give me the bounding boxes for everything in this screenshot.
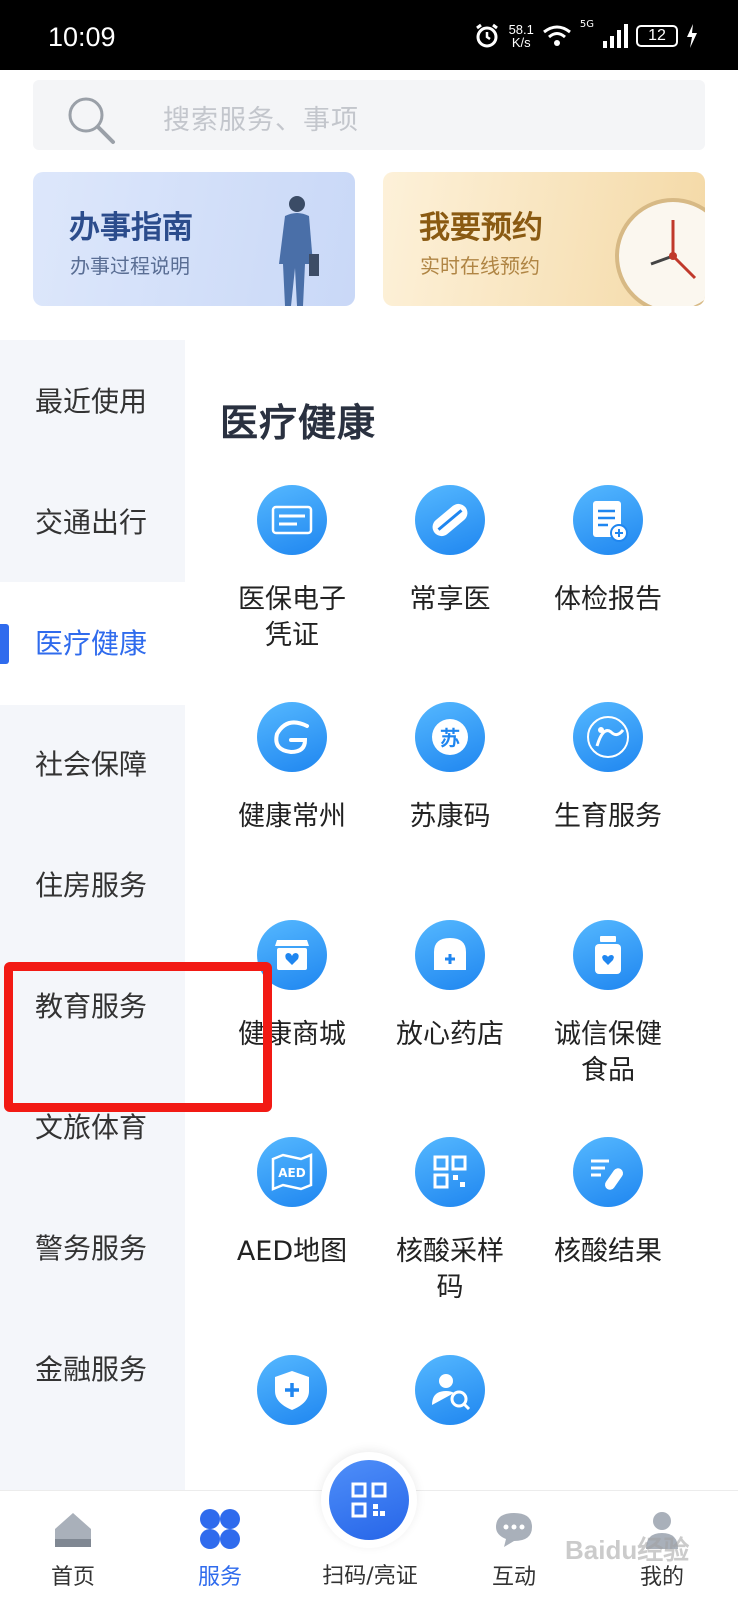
sidebar-item-recent[interactable]: 最近使用 (0, 340, 185, 463)
active-indicator (0, 624, 9, 664)
scan-button-circle (329, 1460, 409, 1540)
service-label: 核酸结果 (554, 1236, 662, 1267)
service-label: 诚信保健食品 (554, 1019, 662, 1086)
wifi-icon (542, 25, 571, 46)
service-doctor-search[interactable] (370, 1355, 530, 1452)
network-type: 5G (579, 19, 594, 30)
tab-label: 首页 (50, 1565, 95, 1590)
home-icon (55, 1513, 91, 1547)
sidebar-item-label: 文旅体育 (35, 1111, 148, 1144)
user-search-icon (415, 1355, 485, 1425)
tab-label: 互动 (491, 1565, 536, 1590)
banner-guide-subtitle: 办事过程说明 (70, 254, 190, 278)
sidebar-item-label: 警务服务 (35, 1232, 148, 1265)
sidebar-item-label: 医疗健康 (35, 627, 148, 660)
sidebar-item-transport[interactable]: 交通出行 (0, 461, 185, 584)
test-tube-icon (573, 1137, 643, 1207)
status-time: 10:09 (48, 22, 116, 52)
search-placeholder: 搜索服务、事项 (163, 105, 359, 136)
service-birth[interactable]: 生育服务 (528, 702, 688, 835)
signal-icon (603, 24, 628, 48)
service-safe-pharmacy[interactable]: 放心药店 (370, 920, 530, 1053)
businessman-illustration (279, 196, 319, 306)
baidu-watermark: Baidu经验 (565, 1535, 690, 1565)
category-sidebar: 最近使用 交通出行 医疗健康 社会保障 住房服务 教育服务 文旅体育 警务服务 … (0, 340, 185, 1490)
highlight-box (4, 962, 272, 1112)
service-nucleic-result[interactable]: 核酸结果 (528, 1137, 688, 1270)
service-medical-insurance-card[interactable]: 医保电子凭证 (212, 485, 372, 654)
banner-guide[interactable]: 办事指南 办事过程说明 (33, 172, 355, 306)
battery-indicator: 12 (636, 25, 678, 47)
pharmacy-icon (415, 920, 485, 990)
service-aed-map[interactable]: AED AED地图 (212, 1137, 372, 1270)
service-trusted-health-food[interactable]: 诚信保健食品 (528, 920, 688, 1089)
aed-icon-text: AED (278, 1166, 305, 1180)
service-label: AED地图 (236, 1236, 348, 1267)
clock-illustration (615, 198, 705, 306)
sidebar-item-label: 社会保障 (35, 748, 148, 781)
tab-label: 服务 (197, 1565, 242, 1590)
tab-interaction[interactable]: 互动 (449, 1491, 579, 1600)
sidebar-item-police[interactable]: 警务服务 (0, 1187, 185, 1310)
aed-map-icon: AED (257, 1137, 327, 1207)
service-label: 放心药店 (396, 1019, 504, 1050)
status-bar: 10:09 58.1 K/s 5G 12 (0, 0, 738, 70)
bottle-icon (573, 920, 643, 990)
sidebar-item-label: 交通出行 (35, 506, 148, 539)
birth-icon (573, 702, 643, 772)
service-checkup-report[interactable]: 体检报告 (528, 485, 688, 618)
service-label: 核酸采样码 (396, 1236, 504, 1303)
sidebar-item-medical[interactable]: 医疗健康 (0, 582, 185, 705)
service-label: 苏康码 (409, 801, 491, 832)
report-icon (573, 485, 643, 555)
service-nucleic-sampling-code[interactable]: 核酸采样码 (370, 1137, 530, 1306)
banner-appointment-title: 我要预约 (419, 210, 543, 246)
chs-card-icon (257, 485, 327, 555)
search-bar[interactable]: 搜索服务、事项 (33, 80, 705, 150)
su-code-icon: 苏 (415, 702, 485, 772)
svg-text:苏: 苏 (440, 726, 460, 750)
service-panel: 医疗健康 医保电子凭证 常享医 体检报告 健康常州 苏 苏康码 生育服务 健康商… (185, 340, 738, 1490)
sidebar-item-label: 住房服务 (35, 869, 148, 902)
sidebar-item-finance[interactable]: 金融服务 (0, 1308, 185, 1431)
banner-appointment[interactable]: 我要预约 实时在线预约 (383, 172, 705, 306)
search-icon (68, 97, 115, 144)
service-insurance-shield[interactable] (212, 1355, 372, 1452)
service-label: 医保电子凭证 (238, 584, 346, 651)
net-speed: 58.1 K/s (508, 22, 534, 50)
scan-button[interactable] (321, 1452, 417, 1548)
status-icons: 58.1 K/s 5G 12 (473, 18, 698, 54)
grid-icon (200, 1509, 240, 1549)
tab-services[interactable]: 服务 (155, 1491, 285, 1600)
banner-appointment-subtitle: 实时在线预约 (420, 254, 540, 278)
service-label: 常享医 (409, 584, 491, 615)
charging-icon (687, 24, 697, 48)
service-sukang-code[interactable]: 苏 苏康码 (370, 702, 530, 835)
service-healthy-changzhou[interactable]: 健康常州 (212, 702, 372, 835)
service-label: 生育服务 (554, 801, 662, 832)
banner-guide-title: 办事指南 (69, 210, 193, 246)
alarm-icon (475, 23, 498, 48)
sidebar-item-housing[interactable]: 住房服务 (0, 824, 185, 947)
sidebar-item-social-security[interactable]: 社会保障 (0, 703, 185, 826)
shield-plus-icon (257, 1355, 327, 1425)
service-label: 健康常州 (238, 801, 346, 832)
service-changxiangyi[interactable]: 常享医 (370, 485, 530, 618)
tab-home[interactable]: 首页 (8, 1491, 138, 1600)
pill-icon (415, 485, 485, 555)
sidebar-item-label: 最近使用 (35, 385, 148, 418)
section-title: 医疗健康 (220, 401, 377, 445)
scan-label[interactable]: 扫码/亮证 (300, 1558, 440, 1590)
sidebar-item-label: 金融服务 (35, 1353, 148, 1386)
swirl-icon (257, 702, 327, 772)
service-label: 体检报告 (554, 584, 662, 615)
qr-scan-icon (351, 1482, 387, 1518)
qr-icon (415, 1137, 485, 1207)
chat-icon (496, 1513, 532, 1547)
